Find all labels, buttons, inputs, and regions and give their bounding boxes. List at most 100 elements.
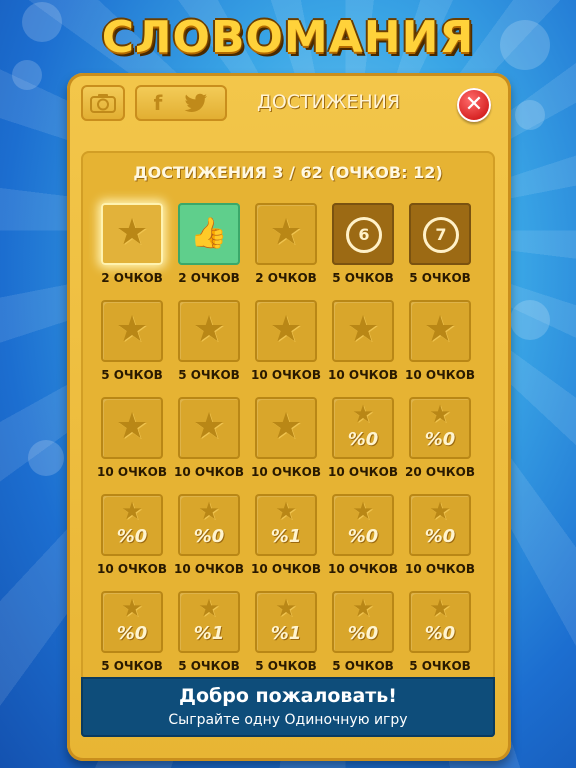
achievement-badge: ★ <box>101 300 163 362</box>
achievement-tile[interactable]: ★ <box>176 395 242 461</box>
achievement-tile[interactable]: ★ %0 <box>176 492 242 558</box>
star-icon: ★ <box>346 309 380 350</box>
achievement-tile[interactable]: ★ <box>253 395 319 461</box>
achievement-points-label: 10 ОЧКОВ <box>97 465 167 479</box>
achievement-points-label: 5 ОЧКОВ <box>178 368 240 382</box>
achievement-badge: ★ %1 <box>255 591 317 653</box>
achievement-points-label: 10 ОЧКОВ <box>328 465 398 479</box>
achievement-tile[interactable]: 7 <box>407 201 473 267</box>
achievement-points-label: 10 ОЧКОВ <box>174 465 244 479</box>
app-title: СЛОВОМАНИЯ <box>101 12 475 63</box>
achievement-progress: %0 <box>116 526 148 547</box>
achievement-tile[interactable]: ★ <box>253 298 319 364</box>
achievement-tile[interactable]: ★ <box>407 298 473 364</box>
achievement-tile[interactable]: ★ %0 <box>99 492 165 558</box>
achievement-points-label: 5 ОЧКОВ <box>332 271 394 285</box>
star-icon: ★ <box>269 406 303 447</box>
star-icon: ★ <box>429 594 451 622</box>
achievement-progress: %0 <box>193 526 225 547</box>
achievement-badge: ★ <box>101 203 163 265</box>
achievement-tile[interactable]: ★ <box>99 395 165 461</box>
panel-heading: ДОСТИЖЕНИЯ <box>257 91 401 113</box>
achievement-points-label: 10 ОЧКОВ <box>251 368 321 382</box>
achievement-badge: ★ %0 <box>101 591 163 653</box>
achievement-badge: ★ <box>178 300 240 362</box>
achievement-tile[interactable]: 👍 <box>176 201 242 267</box>
achievement-tile[interactable]: ★ <box>330 298 396 364</box>
number-badge-icon: 6 <box>346 217 382 253</box>
achievement-progress: %1 <box>270 623 302 644</box>
achievement-points-label: 2 ОЧКОВ <box>101 271 163 285</box>
achievement-badge: ★ %0 <box>332 397 394 459</box>
achievement-badge: ★ <box>255 300 317 362</box>
achievement-badge: ★ <box>332 300 394 362</box>
achievement-tile[interactable]: ★ %1 <box>253 492 319 558</box>
camera-button[interactable] <box>81 85 125 121</box>
star-icon: ★ <box>115 212 149 253</box>
facebook-icon[interactable]: f <box>154 91 163 115</box>
achievement-points-label: 5 ОЧКОВ <box>409 271 471 285</box>
achievement-points-label: 5 ОЧКОВ <box>409 659 471 673</box>
star-icon: ★ <box>121 497 143 525</box>
achievement-badge: ★ %1 <box>178 591 240 653</box>
achievement-tile[interactable]: ★ %1 <box>253 589 319 655</box>
star-icon: ★ <box>198 497 220 525</box>
achievement-tile[interactable]: ★ %0 <box>407 395 473 461</box>
achievement-tile[interactable]: ★ %0 <box>330 395 396 461</box>
achievement-tile[interactable]: ★ %0 <box>99 589 165 655</box>
star-icon: ★ <box>429 400 451 428</box>
star-icon: ★ <box>269 309 303 350</box>
footer-title: Добро пожаловать! <box>179 685 397 707</box>
achievement-badge: ★ %0 <box>101 494 163 556</box>
achievement-points-label: 5 ОЧКОВ <box>255 659 317 673</box>
achievement-tile[interactable]: ★ %0 <box>407 492 473 558</box>
twitter-icon[interactable] <box>184 93 208 113</box>
background-bubble <box>12 60 42 90</box>
achievement-badge: 👍 <box>178 203 240 265</box>
achievement-tile[interactable]: ★ <box>176 298 242 364</box>
background-bubble <box>28 440 64 476</box>
achievement-points-label: 2 ОЧКОВ <box>178 271 240 285</box>
achievements-panel: f ДОСТИЖЕНИЯ ✕ ДОСТИЖЕНИЯ 3 / 62 (ОЧКОВ:… <box>67 73 511 761</box>
achievement-points-label: 10 ОЧКОВ <box>405 368 475 382</box>
achievement-badge: 7 <box>409 203 471 265</box>
achievement-tile[interactable]: ★ %0 <box>330 589 396 655</box>
achievements-list: ДОСТИЖЕНИЯ 3 / 62 (ОЧКОВ: 12) ★ 2 ОЧКОВ 👍 2… <box>81 151 495 683</box>
achievement-badge: ★ %1 <box>255 494 317 556</box>
achievement-tile[interactable]: 6 <box>330 201 396 267</box>
achievement-points-label: 10 ОЧКОВ <box>405 562 475 576</box>
achievement-points-label: 5 ОЧКОВ <box>178 659 240 673</box>
star-icon: ★ <box>115 406 149 447</box>
star-icon: ★ <box>429 497 451 525</box>
achievement-tile[interactable]: ★ <box>253 201 319 267</box>
achievement-points-label: 5 ОЧКОВ <box>101 368 163 382</box>
achievement-points-label: 10 ОЧКОВ <box>251 465 321 479</box>
achievement-points-label: 10 ОЧКОВ <box>174 562 244 576</box>
star-icon: ★ <box>352 497 374 525</box>
achievement-points-label: 2 ОЧКОВ <box>255 271 317 285</box>
achievement-progress: %0 <box>347 429 379 450</box>
background-bubble <box>510 300 550 340</box>
achievement-tile[interactable]: ★ <box>99 298 165 364</box>
achievement-tile[interactable]: ★ <box>99 201 165 267</box>
star-icon: ★ <box>192 309 226 350</box>
achievement-progress: %0 <box>347 623 379 644</box>
star-icon: ★ <box>275 594 297 622</box>
star-icon: ★ <box>198 594 220 622</box>
achievement-tile[interactable]: ★ %1 <box>176 589 242 655</box>
achievement-badge: ★ %0 <box>409 397 471 459</box>
achievement-points-label: 5 ОЧКОВ <box>101 659 163 673</box>
background-bubble <box>515 100 545 130</box>
achievement-badge: ★ %0 <box>332 591 394 653</box>
star-icon: ★ <box>352 400 374 428</box>
achievement-points-label: 10 ОЧКОВ <box>328 562 398 576</box>
close-icon: ✕ <box>464 92 484 117</box>
close-button[interactable]: ✕ <box>457 88 491 122</box>
achievement-tile[interactable]: ★ %0 <box>407 589 473 655</box>
achievement-badge: ★ %0 <box>178 494 240 556</box>
achievement-tile[interactable]: ★ %0 <box>330 492 396 558</box>
star-icon: ★ <box>269 212 303 253</box>
camera-icon <box>90 94 116 113</box>
achievement-progress: %1 <box>270 526 302 547</box>
achievements-summary: ДОСТИЖЕНИЯ 3 / 62 (ОЧКОВ: 12) <box>133 163 443 182</box>
